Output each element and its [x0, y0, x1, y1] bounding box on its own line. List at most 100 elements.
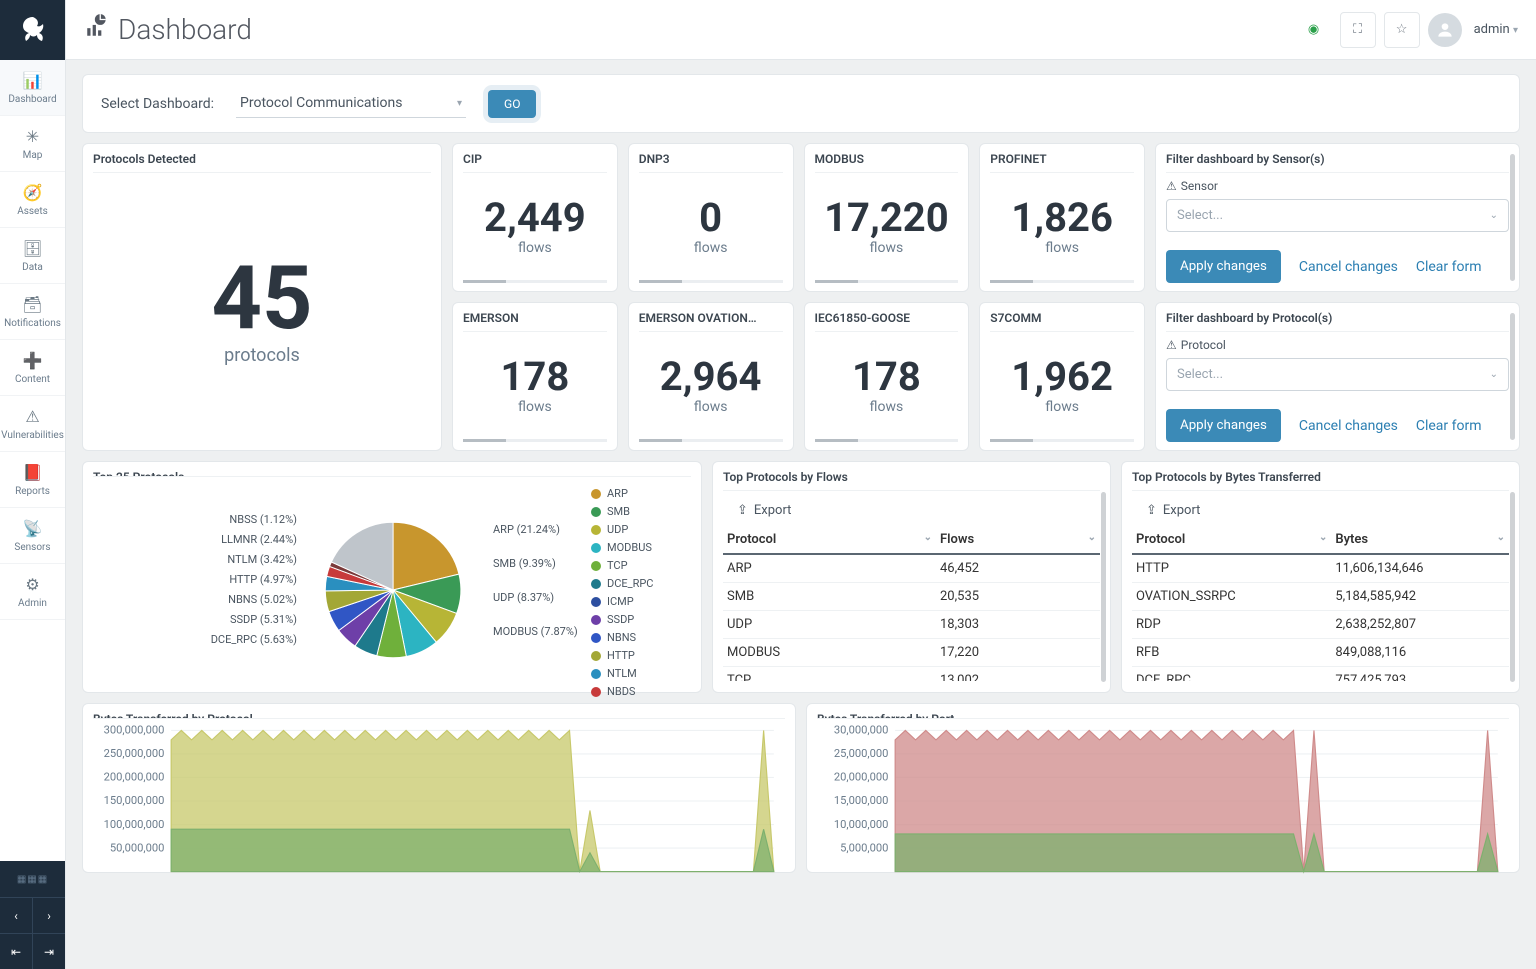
- table-row[interactable]: HTTP11,606,134,646: [1132, 554, 1509, 583]
- legend-swatch: [591, 543, 601, 553]
- table-header[interactable]: Protocol⌄: [723, 526, 936, 554]
- legend-item[interactable]: HTTP: [591, 649, 691, 662]
- top25-title: Top 25 Protocols: [93, 470, 691, 477]
- sidebar-next-button[interactable]: ›: [33, 898, 65, 933]
- top-bytes-title: Top Protocols by Bytes Transferred: [1132, 470, 1509, 491]
- legend-item[interactable]: MODBUS: [591, 541, 691, 554]
- pie-label: MODBUS (7.87%): [493, 625, 578, 638]
- sidebar-collapse-right-button[interactable]: ⇥: [33, 934, 65, 969]
- user-menu[interactable]: admin ▾: [1474, 22, 1518, 37]
- sidebar-prev-button[interactable]: ‹: [0, 898, 33, 933]
- pie-label: ARP (21.24%): [493, 523, 560, 536]
- sidebar-item-assets[interactable]: 🧭Assets: [0, 172, 65, 228]
- sidebar-item-admin[interactable]: ⚙Admin: [0, 564, 65, 620]
- table-cell: MODBUS: [723, 639, 936, 667]
- flow-tile-value: 2,964: [660, 357, 762, 397]
- scroll-indicator[interactable]: [1101, 492, 1106, 682]
- legend-label: ARP: [607, 487, 628, 500]
- filter-protocol-select[interactable]: Select...⌄: [1166, 358, 1509, 391]
- filter-protocol-apply-button[interactable]: Apply changes: [1166, 409, 1281, 442]
- table-row[interactable]: MODBUS17,220: [723, 639, 1100, 667]
- table-row[interactable]: RFB849,088,116: [1132, 639, 1509, 667]
- sidebar-item-label: Admin: [18, 598, 47, 609]
- table-header[interactable]: Flows⌄: [936, 526, 1100, 554]
- sidebar-item-label: Dashboard: [8, 94, 56, 105]
- scroll-indicator[interactable]: [1510, 492, 1515, 682]
- sidebar-item-content[interactable]: ➕Content: [0, 340, 65, 396]
- brand-logo[interactable]: [0, 0, 65, 60]
- table-row[interactable]: SMB20,535: [723, 583, 1100, 611]
- flow-tile-progress: [463, 439, 607, 442]
- table-row[interactable]: RDP2,638,252,807: [1132, 611, 1509, 639]
- flow-tile-progress: [815, 280, 959, 283]
- sidebar-grid-icon[interactable]: ▦▦▦: [0, 861, 65, 897]
- svg-text:30,000,000: 30,000,000: [834, 725, 889, 737]
- table-row[interactable]: OVATION_SSRPC5,184,585,942: [1132, 583, 1509, 611]
- sidebar-item-dashboard[interactable]: 📊Dashboard: [0, 60, 65, 116]
- flow-tile-title: MODBUS: [815, 152, 959, 173]
- legend-item[interactable]: DCE_RPC: [591, 577, 691, 590]
- filter-protocol-cancel-link[interactable]: Cancel changes: [1299, 418, 1398, 434]
- table-row[interactable]: DCE_RPC757,425,793: [1132, 667, 1509, 682]
- filter-sensor-select[interactable]: Select...⌄: [1166, 199, 1509, 232]
- table-cell: RDP: [1132, 611, 1331, 639]
- go-button[interactable]: GO: [488, 90, 536, 118]
- legend-item[interactable]: ICMP: [591, 595, 691, 608]
- table-header[interactable]: Bytes⌄: [1331, 526, 1509, 554]
- bytes-by-protocol-card: Bytes Transferred by Protocol 50,000,000…: [82, 703, 796, 873]
- top-flows-export-button[interactable]: ⇪Export: [737, 503, 1100, 518]
- flow-tile-cip: CIP2,449flows: [452, 143, 618, 292]
- svg-text:10,000,000: 10,000,000: [834, 818, 889, 831]
- legend-item[interactable]: NBNS: [591, 631, 691, 644]
- sidebar-item-label: Notifications: [4, 318, 61, 329]
- legend-label: TCP: [607, 559, 628, 572]
- top25-pie-chart[interactable]: NBSS (1.12%)LLMNR (2.44%)NTLM (3.42%)HTT…: [93, 483, 577, 697]
- favorite-button[interactable]: ☆: [1384, 12, 1420, 48]
- legend-swatch: [591, 525, 601, 535]
- svg-text:25,000,000: 25,000,000: [834, 747, 889, 760]
- scroll-indicator[interactable]: [1510, 154, 1515, 281]
- legend-item[interactable]: UDP: [591, 523, 691, 536]
- fullscreen-button[interactable]: ⛶: [1340, 12, 1376, 48]
- sidebar-collapse-left-button[interactable]: ⇤: [0, 934, 33, 969]
- filter-sensor-clear-link[interactable]: Clear form: [1416, 259, 1482, 275]
- sidebar-item-data[interactable]: 🗄Data: [0, 228, 65, 284]
- user-avatar[interactable]: [1428, 13, 1462, 47]
- top-flows-card: Top Protocols by Flows ⇪Export Protocol⌄…: [712, 461, 1111, 693]
- legend-item[interactable]: TCP: [591, 559, 691, 572]
- legend-item[interactable]: SSDP: [591, 613, 691, 626]
- filter-protocol-clear-link[interactable]: Clear form: [1416, 418, 1482, 434]
- top-bytes-export-button[interactable]: ⇪Export: [1146, 503, 1509, 518]
- bytes-by-port-chart[interactable]: 5,000,00010,000,00015,000,00020,000,0002…: [817, 725, 1509, 877]
- legend-label: NBNS: [607, 631, 636, 644]
- legend-item[interactable]: NBDS: [591, 685, 691, 697]
- scroll-indicator[interactable]: [1510, 313, 1515, 440]
- flow-tile-value: 17,220: [824, 198, 949, 238]
- dashboard-dropdown[interactable]: Protocol Communications▾: [236, 89, 466, 118]
- sidebar-item-reports[interactable]: 📕Reports: [0, 452, 65, 508]
- table-header[interactable]: Protocol⌄: [1132, 526, 1331, 554]
- flow-tile-progress: [639, 439, 783, 442]
- bytes-by-protocol-chart[interactable]: 50,000,000100,000,000150,000,000200,000,…: [93, 725, 785, 877]
- table-cell: 46,452: [936, 554, 1100, 583]
- table-row[interactable]: UDP18,303: [723, 611, 1100, 639]
- sidebar-item-vulnerabilities[interactable]: ⚠Vulnerabilities: [0, 396, 65, 452]
- target-icon[interactable]: ◉: [1296, 12, 1332, 48]
- table-row[interactable]: ARP46,452: [723, 554, 1100, 583]
- sidebar-item-notifications[interactable]: 🗃Notifications: [0, 284, 65, 340]
- legend-label: NTLM: [607, 667, 637, 680]
- flow-tile-progress: [463, 280, 607, 283]
- sidebar-item-label: Content: [15, 374, 50, 385]
- legend-item[interactable]: ARP: [591, 487, 691, 500]
- sidebar-item-sensors[interactable]: 📡Sensors: [0, 508, 65, 564]
- page-title: Dashboard: [84, 13, 252, 46]
- table-row[interactable]: TCP13,002: [723, 667, 1100, 682]
- legend-label: DCE_RPC: [607, 577, 653, 590]
- app-header: Dashboard ◉ ⛶ ☆ admin ▾: [66, 0, 1536, 60]
- filter-sensor-cancel-link[interactable]: Cancel changes: [1299, 259, 1398, 275]
- legend-item[interactable]: NTLM: [591, 667, 691, 680]
- filter-sensor-apply-button[interactable]: Apply changes: [1166, 250, 1281, 283]
- legend-swatch: [591, 615, 601, 625]
- sidebar-item-map[interactable]: ✳Map: [0, 116, 65, 172]
- legend-item[interactable]: SMB: [591, 505, 691, 518]
